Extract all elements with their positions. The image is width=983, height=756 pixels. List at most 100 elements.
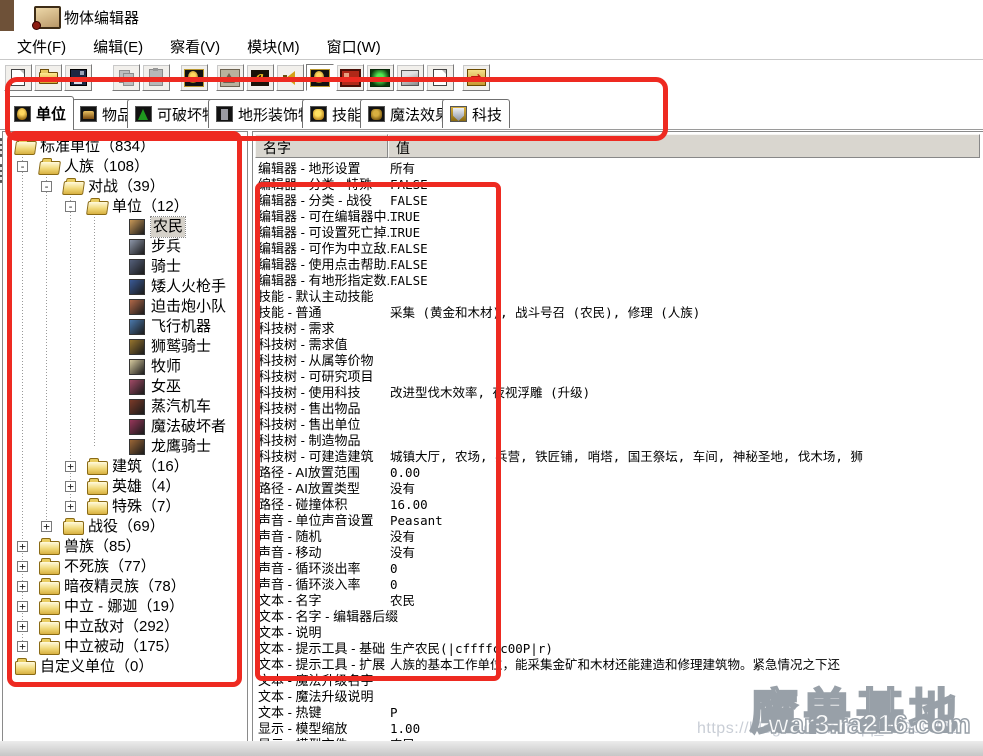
property-row[interactable]: 科技树 - 使用科技改进型伐木效率, 夜视浮雕 (升级) [253, 385, 982, 401]
property-row[interactable]: 科技树 - 需求值 [253, 337, 982, 353]
collapse-minus-icon[interactable]: - [17, 161, 28, 172]
property-row[interactable]: 声音 - 循环淡出率0 [253, 561, 982, 577]
property-row[interactable]: 编辑器 - 地形设置所有 [253, 161, 982, 177]
tree-item-建筑（16）[interactable]: +建筑（16） [3, 457, 247, 477]
expand-plus-icon[interactable]: + [17, 561, 28, 572]
tree-item-英雄（4）[interactable]: +英雄（4） [3, 477, 247, 497]
tree-item-人族（108）[interactable]: -人族（108） [3, 157, 247, 177]
property-row[interactable]: 编辑器 - 使用点击帮助...FALSE [253, 257, 982, 273]
tree-item-矮人火枪手[interactable]: 矮人火枪手 [3, 277, 247, 297]
property-row[interactable]: 编辑器 - 有地形指定数...FALSE [253, 273, 982, 289]
property-row[interactable]: 编辑器 - 可作为中立敌...FALSE [253, 241, 982, 257]
editor-tab-bar: 单位物品可破坏物地形装饰物技能魔法效果科技 [0, 96, 983, 131]
menu-item-4[interactable]: 窗口(W) [327, 36, 381, 57]
property-row[interactable]: 科技树 - 从属等价物 [253, 353, 982, 369]
tree-item-中立 - 娜迦（19）[interactable]: +中立 - 娜迦（19） [3, 597, 247, 617]
menu-item-2[interactable]: 察看(V) [170, 36, 220, 57]
tree-item-女巫[interactable]: 女巫 [3, 377, 247, 397]
tree-item-标准单位（834）[interactable]: 标准单位（834） [3, 137, 247, 157]
tree-item-特殊（7）[interactable]: +特殊（7） [3, 497, 247, 517]
tree-item-魔法破坏者[interactable]: 魔法破坏者 [3, 417, 247, 437]
expand-plus-icon[interactable]: + [65, 501, 76, 512]
object-manager-button[interactable] [396, 64, 424, 91]
expand-plus-icon[interactable]: + [17, 541, 28, 552]
expand-plus-icon[interactable]: + [41, 521, 52, 532]
property-row[interactable]: 文本 - 说明 [253, 625, 982, 641]
save-map-button[interactable] [64, 64, 92, 91]
expand-plus-icon[interactable]: + [17, 601, 28, 612]
expand-plus-icon[interactable]: + [65, 461, 76, 472]
tree-item-单位（12）[interactable]: -单位（12） [3, 197, 247, 217]
menu-item-3[interactable]: 模块(M) [247, 36, 300, 57]
property-row[interactable]: 声音 - 循环淡入率0 [253, 577, 982, 593]
tree-item-步兵[interactable]: 步兵 [3, 237, 247, 257]
tree-item-不死族（77）[interactable]: +不死族（77） [3, 557, 247, 577]
property-row[interactable]: 技能 - 默认主动技能 [253, 289, 982, 305]
unit-tree-panel[interactable]: 标准单位（834）-人族（108）-对战（39）-单位（12）农民步兵骑士矮人火… [2, 131, 248, 741]
property-row[interactable]: 声音 - 移动没有 [253, 545, 982, 561]
property-row[interactable]: 技能 - 普通采集 (黄金和木材), 战斗号召 (农民), 修理 (人族) [253, 305, 982, 321]
paste-button[interactable] [142, 64, 170, 91]
object-editor-button[interactable] [306, 64, 334, 91]
tree-item-对战（39）[interactable]: -对战（39） [3, 177, 247, 197]
property-row[interactable]: 文本 - 提示工具 - 基础生产农民(|cffffcc00P|r) [253, 641, 982, 657]
property-name: 技能 - 默认主动技能 [258, 289, 374, 305]
ai-editor-button[interactable] [366, 64, 394, 91]
expand-plus-icon[interactable]: + [17, 621, 28, 632]
tree-item-牧师[interactable]: 牧师 [3, 357, 247, 377]
tab-科技[interactable]: 科技 [442, 99, 510, 128]
unit-palette-button[interactable] [180, 64, 208, 91]
property-row[interactable]: 声音 - 单位声音设置Peasant [253, 513, 982, 529]
property-row[interactable]: 路径 - AI放置类型没有 [253, 481, 982, 497]
property-row[interactable]: 编辑器 - 分类 - 战役FALSE [253, 193, 982, 209]
property-row[interactable]: 科技树 - 售出物品 [253, 401, 982, 417]
property-row[interactable]: 科技树 - 需求 [253, 321, 982, 337]
tree-item-飞行机器[interactable]: 飞行机器 [3, 317, 247, 337]
expand-plus-icon[interactable]: + [17, 641, 28, 652]
property-row[interactable]: 路径 - 碰撞体积16.00 [253, 497, 982, 513]
tree-item-自定义单位（0）[interactable]: 自定义单位（0） [3, 657, 247, 677]
property-row[interactable]: 科技树 - 售出单位 [253, 417, 982, 433]
tree-item-蒸汽机车[interactable]: 蒸汽机车 [3, 397, 247, 417]
terrain-editor-button[interactable] [216, 64, 244, 91]
copy-button[interactable] [112, 64, 140, 91]
property-row[interactable]: 路径 - AI放置范围0.00 [253, 465, 982, 481]
menu-item-1[interactable]: 编辑(E) [93, 36, 143, 57]
property-row[interactable]: 科技树 - 可建造建筑城镇大厅, 农场, 兵营, 铁匠铺, 哨塔, 国王祭坛, … [253, 449, 982, 465]
property-panel[interactable]: 名字 值 编辑器 - 地形设置所有编辑器 - 分类 - 特殊FALSE编辑器 -… [252, 131, 983, 741]
collapse-minus-icon[interactable]: - [41, 181, 52, 192]
property-row[interactable]: 科技树 - 可研究项目 [253, 369, 982, 385]
tree-item-骑士[interactable]: 骑士 [3, 257, 247, 277]
tree-item-迫击炮小队[interactable]: 迫击炮小队 [3, 297, 247, 317]
expand-plus-icon[interactable]: + [17, 581, 28, 592]
menu-item-0[interactable]: 文件(F) [17, 36, 66, 57]
import-manager-button[interactable] [426, 64, 454, 91]
property-row[interactable]: 科技树 - 制造物品 [253, 433, 982, 449]
property-row[interactable]: 文本 - 名字 - 编辑器后缀 [253, 609, 982, 625]
tree-item-龙鹰骑士[interactable]: 龙鹰骑士 [3, 437, 247, 457]
property-row[interactable]: 文本 - 名字农民 [253, 593, 982, 609]
property-row[interactable]: 文本 - 提示工具 - 扩展人族的基本工作单位，能采集金矿和木材还能建造和修理建… [253, 657, 982, 673]
new-map-button[interactable] [4, 64, 32, 91]
property-row[interactable]: 编辑器 - 可在编辑器中...TRUE [253, 209, 982, 225]
tree-item-狮鹫骑士[interactable]: 狮鹫骑士 [3, 337, 247, 357]
tree-item-农民[interactable]: 农民 [3, 217, 247, 237]
script-editor-button[interactable]: a [246, 64, 274, 91]
property-row[interactable]: 编辑器 - 分类 - 特殊FALSE [253, 177, 982, 193]
expand-plus-icon[interactable]: + [65, 481, 76, 492]
open-map-button[interactable] [34, 64, 62, 91]
property-row[interactable]: 声音 - 随机没有 [253, 529, 982, 545]
campaign-editor-button[interactable] [336, 64, 364, 91]
tree-item-中立被动（175）[interactable]: +中立被动（175） [3, 637, 247, 657]
test-map-button[interactable]: → [462, 64, 490, 91]
tab-单位[interactable]: 单位 [6, 96, 74, 130]
collapse-minus-icon[interactable]: - [65, 201, 76, 212]
tree-item-兽族（85）[interactable]: +兽族（85） [3, 537, 247, 557]
column-header-value[interactable]: 值 [388, 134, 980, 158]
tree-item-战役（69）[interactable]: +战役（69） [3, 517, 247, 537]
sound-editor-button[interactable] [276, 64, 304, 91]
column-header-name[interactable]: 名字 [255, 134, 388, 158]
tree-item-暗夜精灵族（78）[interactable]: +暗夜精灵族（78） [3, 577, 247, 597]
tree-item-中立敌对（292）[interactable]: +中立敌对（292） [3, 617, 247, 637]
property-row[interactable]: 编辑器 - 可设置死亡掉...TRUE [253, 225, 982, 241]
